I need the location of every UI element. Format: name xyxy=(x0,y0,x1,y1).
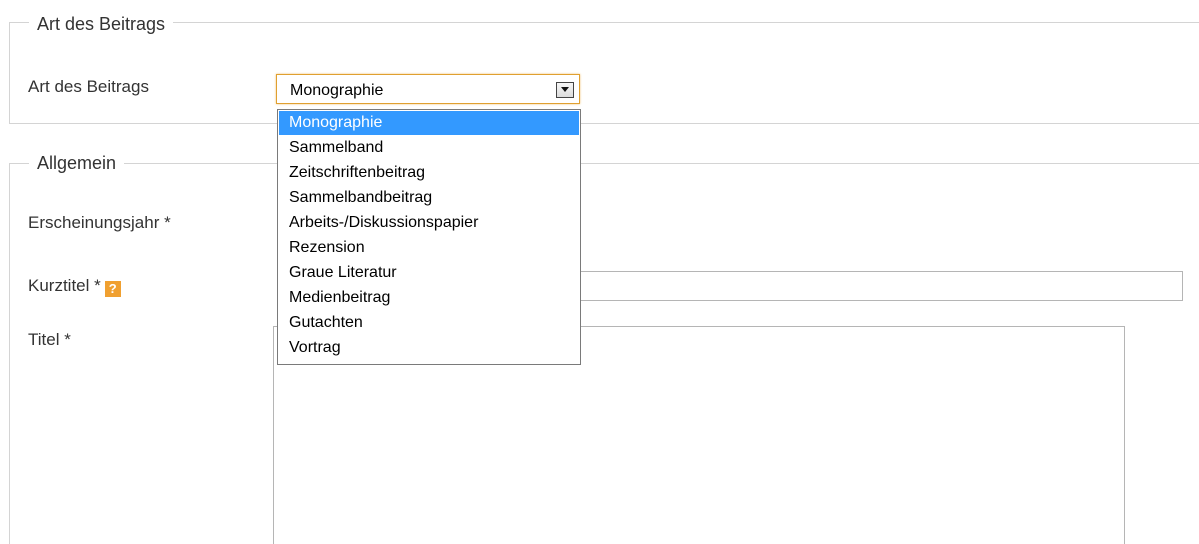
chevron-down-icon xyxy=(561,87,569,92)
kurztitel-label: Kurztitel * xyxy=(28,276,101,295)
titel-label: Titel * xyxy=(28,330,71,349)
dropdown-option[interactable]: Sammelband xyxy=(279,136,579,160)
help-icon[interactable]: ? xyxy=(104,281,121,297)
dropdown-option[interactable]: Rezension xyxy=(279,236,579,260)
dropdown-option[interactable]: Vortrag xyxy=(279,336,579,360)
dropdown-option[interactable]: Arbeits-/Diskussionspapier xyxy=(279,211,579,235)
dropdown-option[interactable]: Graue Literatur xyxy=(279,261,579,285)
legend-allgemein: Allgemein xyxy=(29,153,125,173)
select-current-value: Monographie xyxy=(290,82,384,99)
dropdown-arrow-button[interactable] xyxy=(556,82,574,98)
kurztitel-input[interactable] xyxy=(560,271,1183,301)
art-des-beitrags-label: Art des Beitrags xyxy=(28,77,149,96)
erscheinungsjahr-label: Erscheinungsjahr * xyxy=(28,213,171,232)
fieldset-art-des-beitrags xyxy=(9,22,1199,124)
art-des-beitrags-dropdown-list: Monographie Sammelband Zeitschriftenbeit… xyxy=(277,109,581,365)
form-page: Art des Beitrags Art des Beitrags Monogr… xyxy=(0,0,1199,544)
dropdown-option[interactable]: Sammelbandbeitrag xyxy=(279,186,579,210)
dropdown-option[interactable]: Gutachten xyxy=(279,311,579,335)
legend-art-des-beitrags: Art des Beitrags xyxy=(29,14,174,34)
dropdown-option[interactable]: Medienbeitrag xyxy=(279,286,579,310)
dropdown-option[interactable]: Monographie xyxy=(279,111,579,135)
dropdown-option[interactable]: Zeitschriftenbeitrag xyxy=(279,161,579,185)
art-des-beitrags-select[interactable]: Monographie xyxy=(276,74,580,104)
kurztitel-label-row: Kurztitel *? xyxy=(28,276,121,297)
